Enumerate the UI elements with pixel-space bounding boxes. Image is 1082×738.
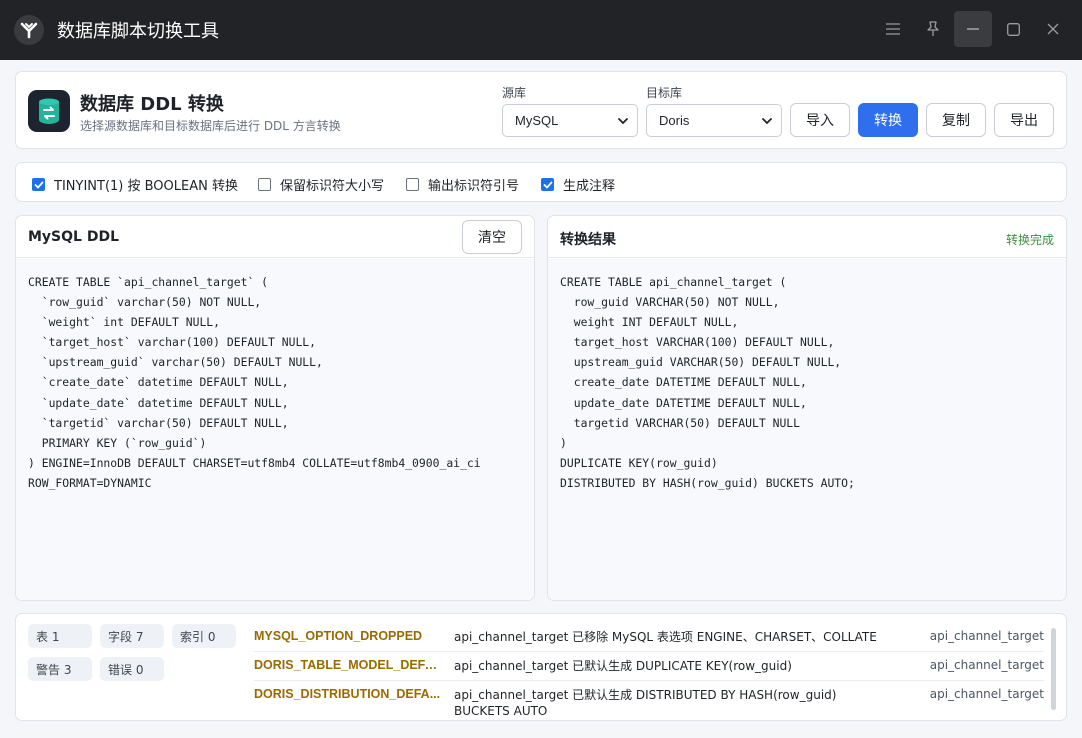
result-ddl-viewer[interactable]: CREATE TABLE api_channel_target ( row_gu… — [548, 259, 1066, 600]
option-label: 保留标识符大小写 — [280, 179, 385, 194]
issue-message: api_channel_target 已默认生成 DUPLICATE KEY(r… — [454, 659, 792, 673]
issue-row[interactable]: DORIS_DISTRIBUTION_DEFA... api_channel_t… — [254, 681, 1044, 718]
options-bar: TINYINT(1) 按 BOOLEAN 转换 保留标识符大小写 输出标识符引号… — [15, 162, 1067, 202]
issue-code: MYSQL_OPTION_DROPPED — [254, 629, 423, 643]
pin-icon[interactable] — [914, 11, 952, 47]
page-title: 数据库 DDL 转换 — [80, 94, 224, 115]
option-generate-comments[interactable]: 生成注释 — [541, 175, 615, 194]
close-icon[interactable] — [1034, 11, 1072, 47]
option-label: TINYINT(1) 按 BOOLEAN 转换 — [54, 179, 238, 194]
minimize-icon[interactable] — [954, 11, 992, 47]
convert-button[interactable]: 转换 — [858, 103, 918, 137]
issue-object: api_channel_target — [929, 658, 1044, 672]
checkbox-unchecked-icon[interactable] — [258, 178, 271, 191]
panel-header: MySQL DDL 清空 — [16, 216, 534, 258]
issue-object: api_channel_target — [929, 629, 1044, 643]
panel-header: 转换结果 转换完成 — [548, 216, 1066, 258]
issue-row[interactable]: MYSQL_OPTION_DROPPED api_channel_target … — [254, 623, 1044, 652]
option-tinyint-boolean[interactable]: TINYINT(1) 按 BOOLEAN 转换 — [32, 175, 238, 194]
checkbox-unchecked-icon[interactable] — [406, 178, 419, 191]
stat-indexes: 索引 0 — [172, 624, 236, 648]
status-badge: 转换完成 — [1005, 233, 1054, 247]
issue-message: api_channel_target 已移除 MySQL 表选项 ENGINE、… — [454, 630, 877, 644]
header-card: 数据库 DDL 转换 选择源数据库和目标数据库后进行 DDL 方言转换 源库 M… — [15, 71, 1067, 149]
issue-code: DORIS_DISTRIBUTION_DEFA... — [254, 687, 441, 701]
clear-button[interactable]: 清空 — [462, 220, 522, 254]
issue-object: api_channel_target — [929, 687, 1044, 701]
option-preserve-case[interactable]: 保留标识符大小写 — [258, 175, 384, 194]
window-controls — [872, 11, 1072, 47]
target-db-label: 目标库 — [646, 86, 683, 100]
result-panel: 转换结果 转换完成 CREATE TABLE api_channel_targe… — [547, 215, 1067, 601]
import-button[interactable]: 导入 — [790, 103, 850, 137]
issue-message: api_channel_target 已默认生成 DISTRIBUTED BY … — [454, 688, 837, 718]
source-ddl-editor[interactable]: CREATE TABLE `api_channel_target` ( `row… — [16, 259, 534, 600]
stat-fields: 字段 7 — [100, 624, 164, 648]
diagnostics-panel: 表 1 字段 7 索引 0 警告 3 错误 0 MYSQL_OPTION_DRO… — [15, 613, 1067, 721]
main-content: 数据库 DDL 转换 选择源数据库和目标数据库后进行 DDL 方言转换 源库 M… — [0, 60, 1082, 738]
export-button[interactable]: 导出 — [994, 103, 1054, 137]
issue-code: DORIS_TABLE_MODEL_DEFAU... — [254, 658, 446, 672]
maximize-icon[interactable] — [994, 11, 1032, 47]
issue-row[interactable]: DORIS_TABLE_MODEL_DEFAU... api_channel_t… — [254, 652, 1044, 681]
source-panel-title: MySQL DDL — [28, 229, 119, 245]
app-logo-icon — [14, 15, 44, 45]
result-panel-title: 转换结果 — [560, 232, 616, 248]
checkbox-checked-icon[interactable] — [32, 178, 45, 191]
menu-icon[interactable] — [874, 11, 912, 47]
option-label: 输出标识符引号 — [428, 179, 520, 194]
target-db-value: Doris — [659, 113, 690, 128]
page-subtitle: 选择源数据库和目标数据库后进行 DDL 方言转换 — [80, 119, 341, 133]
copy-button[interactable]: 复制 — [926, 103, 986, 137]
source-ddl-code[interactable]: CREATE TABLE `api_channel_target` ( `row… — [28, 272, 522, 493]
issues-scrollbar[interactable] — [1051, 628, 1056, 710]
title-bar: 数据库脚本切换工具 — [0, 0, 1082, 60]
source-db-label: 源库 — [502, 86, 527, 100]
chevron-down-icon — [762, 118, 772, 125]
source-db-value: MySQL — [515, 113, 559, 128]
stat-errors: 错误 0 — [100, 657, 164, 681]
database-icon — [28, 90, 70, 132]
option-quote-identifiers[interactable]: 输出标识符引号 — [406, 175, 519, 194]
option-label: 生成注释 — [563, 179, 616, 194]
target-db-select[interactable]: Doris — [646, 104, 782, 137]
result-ddl-code[interactable]: CREATE TABLE api_channel_target ( row_gu… — [560, 272, 1054, 493]
stat-warnings: 警告 3 — [28, 657, 92, 681]
checkbox-checked-icon[interactable] — [541, 178, 554, 191]
source-db-select[interactable]: MySQL — [502, 104, 638, 137]
chevron-down-icon — [618, 118, 628, 125]
window-title: 数据库脚本切换工具 — [57, 21, 219, 42]
source-ddl-panel: MySQL DDL 清空 CREATE TABLE `api_channel_t… — [15, 215, 535, 601]
stat-tables: 表 1 — [28, 624, 92, 648]
